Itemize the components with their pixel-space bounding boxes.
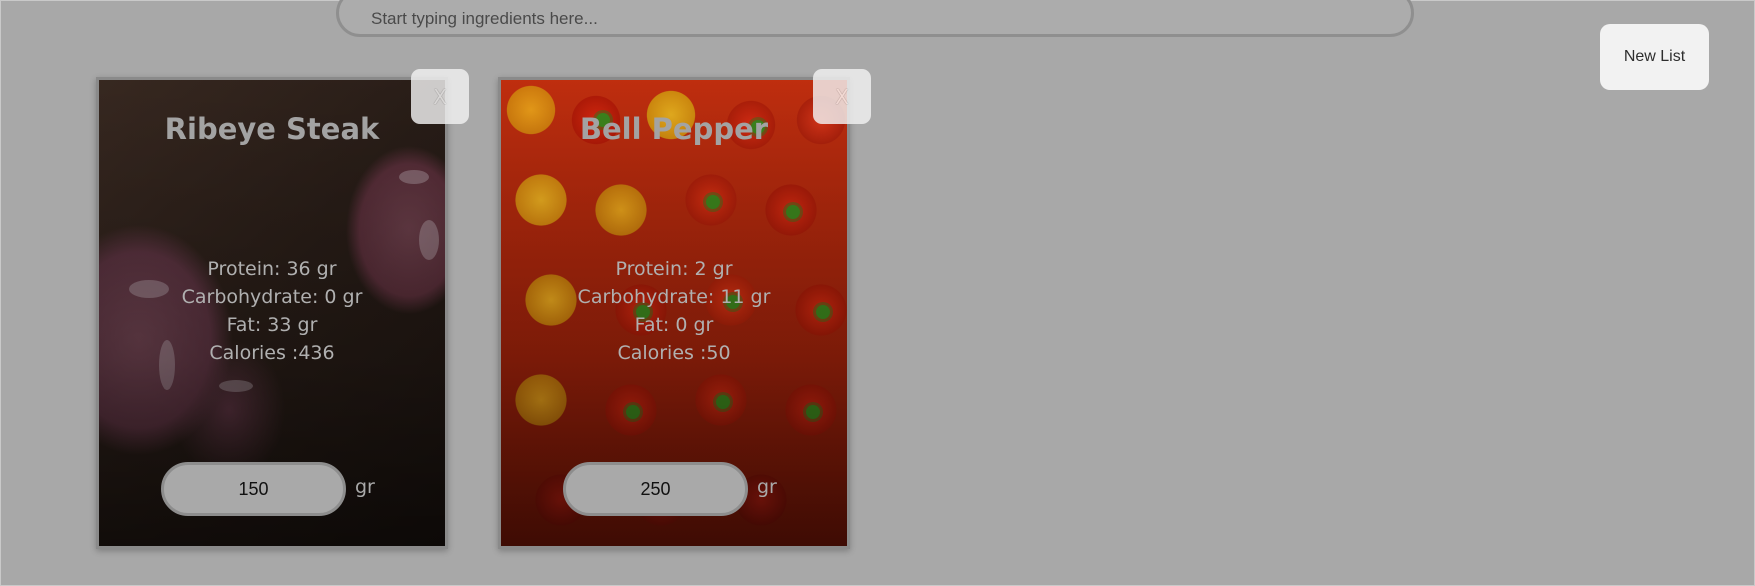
protein-value: Protein: 36 gr (207, 258, 337, 280)
quantity-row: gr (501, 462, 847, 516)
remove-card-button[interactable]: X (411, 69, 469, 124)
app-screen: New List Ribeye Steak Protein: 36 gr Car… (0, 0, 1755, 586)
calories-value: Calories :50 (617, 342, 731, 364)
card-title: Bell Pepper (579, 112, 769, 146)
unit-label: gr (355, 476, 375, 498)
fat-value: Fat: 33 gr (226, 314, 318, 336)
quantity-row: gr (99, 462, 445, 516)
nutrition-facts: Protein: 36 gr Carbohydrate: 0 gr Fat: 3… (99, 255, 445, 367)
quantity-input[interactable] (563, 462, 748, 516)
carbohydrate-value: Carbohydrate: 0 gr (181, 286, 363, 308)
nutrition-facts: Protein: 2 gr Carbohydrate: 11 gr Fat: 0… (501, 255, 847, 367)
card-title: Ribeye Steak (164, 112, 380, 146)
close-icon: X (433, 84, 447, 109)
ingredient-card: Ribeye Steak Protein: 36 gr Carbohydrate… (96, 69, 469, 549)
carbohydrate-value: Carbohydrate: 11 gr (577, 286, 771, 308)
quantity-input[interactable] (161, 462, 346, 516)
unit-label: gr (757, 476, 777, 498)
new-list-button[interactable]: New List (1600, 24, 1709, 90)
close-icon: X (835, 84, 849, 109)
ingredient-card: Bell Pepper Protein: 2 gr Carbohydrate: … (498, 69, 871, 549)
ingredient-search-bar[interactable] (336, 0, 1414, 37)
ingredient-search-input[interactable] (369, 0, 1381, 34)
protein-value: Protein: 2 gr (615, 258, 733, 280)
calories-value: Calories :436 (209, 342, 335, 364)
remove-card-button[interactable]: X (813, 69, 871, 124)
fat-value: Fat: 0 gr (634, 314, 714, 336)
